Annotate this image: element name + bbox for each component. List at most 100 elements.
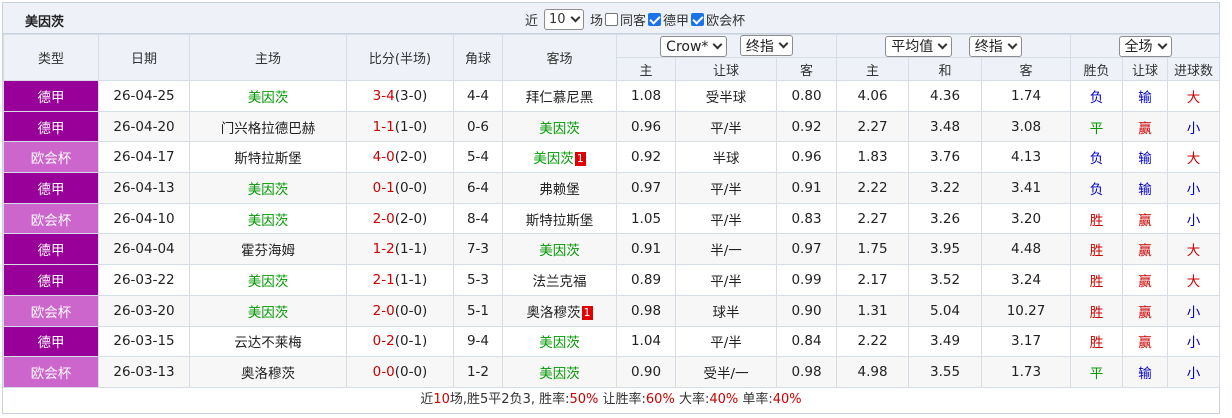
away-team-name[interactable]: 法兰克福 [533,274,587,290]
away-team-name[interactable]: 美因茨 [539,366,580,382]
away-team-cell[interactable]: 法兰克福 [502,264,617,296]
home-team-cell[interactable]: 奥洛穆茨 [189,356,347,388]
league-cell[interactable]: 欧会杯 [3,202,99,235]
home-team-cell[interactable]: 美因茨 [189,172,347,204]
half-time-score: (2-0) [394,149,428,166]
home-team-cell[interactable]: 美因茨 [189,80,347,112]
chevron-down-icon [1007,39,1018,49]
away-team-cell[interactable]: 美因茨 [502,110,617,143]
filter-bundesliga[interactable]: 德甲 [648,10,689,29]
company-select[interactable]: Crow* [660,36,728,57]
handicap-home-odds: 0.92 [616,141,676,174]
team-title: 美因茨 [25,15,65,30]
scope-select[interactable]: 全场 [1118,35,1172,57]
home-team-cell[interactable]: 美因茨 [189,202,347,235]
full-time-score[interactable]: 1-2 [373,241,395,257]
red-card-badge: 1 [581,305,593,320]
euro-away-odds: 3.41 [981,172,1072,204]
wdl-result: 胜 [1070,325,1124,358]
away-team-name[interactable]: 弗赖堡 [539,182,580,198]
home-team-cell[interactable]: 美因茨 [189,264,347,296]
away-team-name[interactable]: 美因茨 [533,151,574,167]
wdl-result: 胜 [1070,264,1124,296]
goals-result: 小 [1167,110,1221,143]
league-cell[interactable]: 德甲 [3,110,99,143]
full-time-score[interactable]: 0-1 [373,180,395,196]
full-time-score[interactable]: 4-0 [373,149,395,165]
away-team-cell[interactable]: 拜仁慕尼黑 [502,80,617,112]
home-team-cell[interactable]: 霍芬海姆 [189,233,347,266]
league-cell[interactable]: 欧会杯 [3,356,99,388]
checkbox-checked-icon[interactable] [648,12,662,26]
header-corner: 角球 [453,34,503,81]
half-time-score: (0-0) [394,302,428,319]
euro-draw-odds: 3.76 [908,141,983,174]
away-team-cell[interactable]: 美因茨 [502,233,617,266]
recent-matches-panel: 美因茨 近 10 场 同客 德甲 欧会杯 类型 日期 主场 比分(半场) 角球 … [2,2,1221,414]
full-time-score[interactable]: 2-0 [373,211,395,227]
table-row: 欧会杯 26-04-10 美因茨 2-0(2-0) 8-4 斯特拉斯堡 1.05 平/半 0.8… [3,202,1221,235]
full-time-score[interactable]: 0-0 [373,364,395,380]
handicap-away-odds: 0.91 [775,172,838,204]
away-team-name[interactable]: 奥洛穆茨 [527,305,581,321]
chevron-down-icon [712,39,723,50]
home-team-cell[interactable]: 云达不莱梅 [189,325,347,358]
home-team-cell[interactable]: 美因茨 [189,294,347,327]
header-h-home: 主 [616,57,676,81]
euro-mode-select[interactable]: 终指 [968,35,1022,57]
away-team-cell[interactable]: 斯特拉斯堡 [502,202,617,235]
full-time-score[interactable]: 2-1 [373,272,395,288]
full-time-score[interactable]: 3-4 [373,88,395,104]
handicap-result: 赢 [1122,202,1169,235]
full-time-score[interactable]: 0-2 [373,333,395,349]
company-value: Crow* [666,38,709,55]
away-team-cell[interactable]: 奥洛穆茨 1 [502,294,617,327]
table-row: 欧会杯 26-03-20 美因茨 2-0(0-0) 5-1 奥洛穆茨 1 0.98 球半 0.90… [3,294,1221,327]
handicap-line: 受半/一 [675,356,777,388]
date-cell: 26-03-15 [98,325,190,358]
wdl-result: 胜 [1070,202,1124,235]
handicap-away-odds: 0.90 [775,294,838,327]
handicap-home-odds: 0.89 [616,264,676,296]
date-cell: 26-03-13 [98,356,190,388]
away-team-cell[interactable]: 美因茨 [502,325,617,358]
euro-away-odds: 4.48 [981,233,1072,266]
away-team-name[interactable]: 美因茨 [539,335,580,351]
filter-label: 同客 [620,13,647,29]
date-cell: 26-03-22 [98,264,190,296]
checkbox-checked-icon[interactable] [691,12,705,26]
home-team-cell[interactable]: 门兴格拉德巴赫 [189,110,347,143]
league-cell[interactable]: 德甲 [3,325,99,358]
euro-away-odds: 3.20 [981,202,1072,235]
handicap-line: 平/半 [675,172,777,204]
away-team-name[interactable]: 拜仁慕尼黑 [526,90,594,106]
league-cell[interactable]: 德甲 [3,172,99,204]
full-time-score[interactable]: 1-1 [373,119,395,135]
full-time-score[interactable]: 2-0 [373,303,395,319]
home-team-cell[interactable]: 斯特拉斯堡 [189,141,347,174]
corner-cell: 4-4 [453,80,503,112]
away-team-cell[interactable]: 美因茨 [502,356,617,388]
away-team-name[interactable]: 美因茨 [539,243,580,259]
away-team-cell[interactable]: 弗赖堡 [502,172,617,204]
league-cell[interactable]: 欧会杯 [3,294,99,327]
scope-value: 全场 [1124,39,1153,55]
handicap-mode-select[interactable]: 终指 [739,35,793,56]
away-team-name[interactable]: 美因茨 [539,121,580,137]
away-team-cell[interactable]: 美因茨 1 [502,141,617,174]
league-cell[interactable]: 德甲 [3,233,99,266]
match-count-select[interactable]: 10 [544,8,585,30]
average-select[interactable]: 平均值 [885,35,953,57]
league-cell[interactable]: 德甲 [3,80,99,112]
away-team-name[interactable]: 斯特拉斯堡 [526,213,594,229]
checkbox-icon[interactable] [605,12,619,26]
euro-draw-odds: 3.22 [908,172,983,204]
date-cell: 26-04-04 [98,233,190,266]
corner-cell: 7-3 [453,233,503,266]
chevron-down-icon [778,38,789,49]
league-cell[interactable]: 欧会杯 [3,141,99,174]
euro-home-odds: 2.27 [836,202,910,235]
filter-same-venue[interactable]: 同客 [605,10,646,29]
filter-conference-league[interactable]: 欧会杯 [691,10,745,29]
league-cell[interactable]: 德甲 [3,264,99,296]
